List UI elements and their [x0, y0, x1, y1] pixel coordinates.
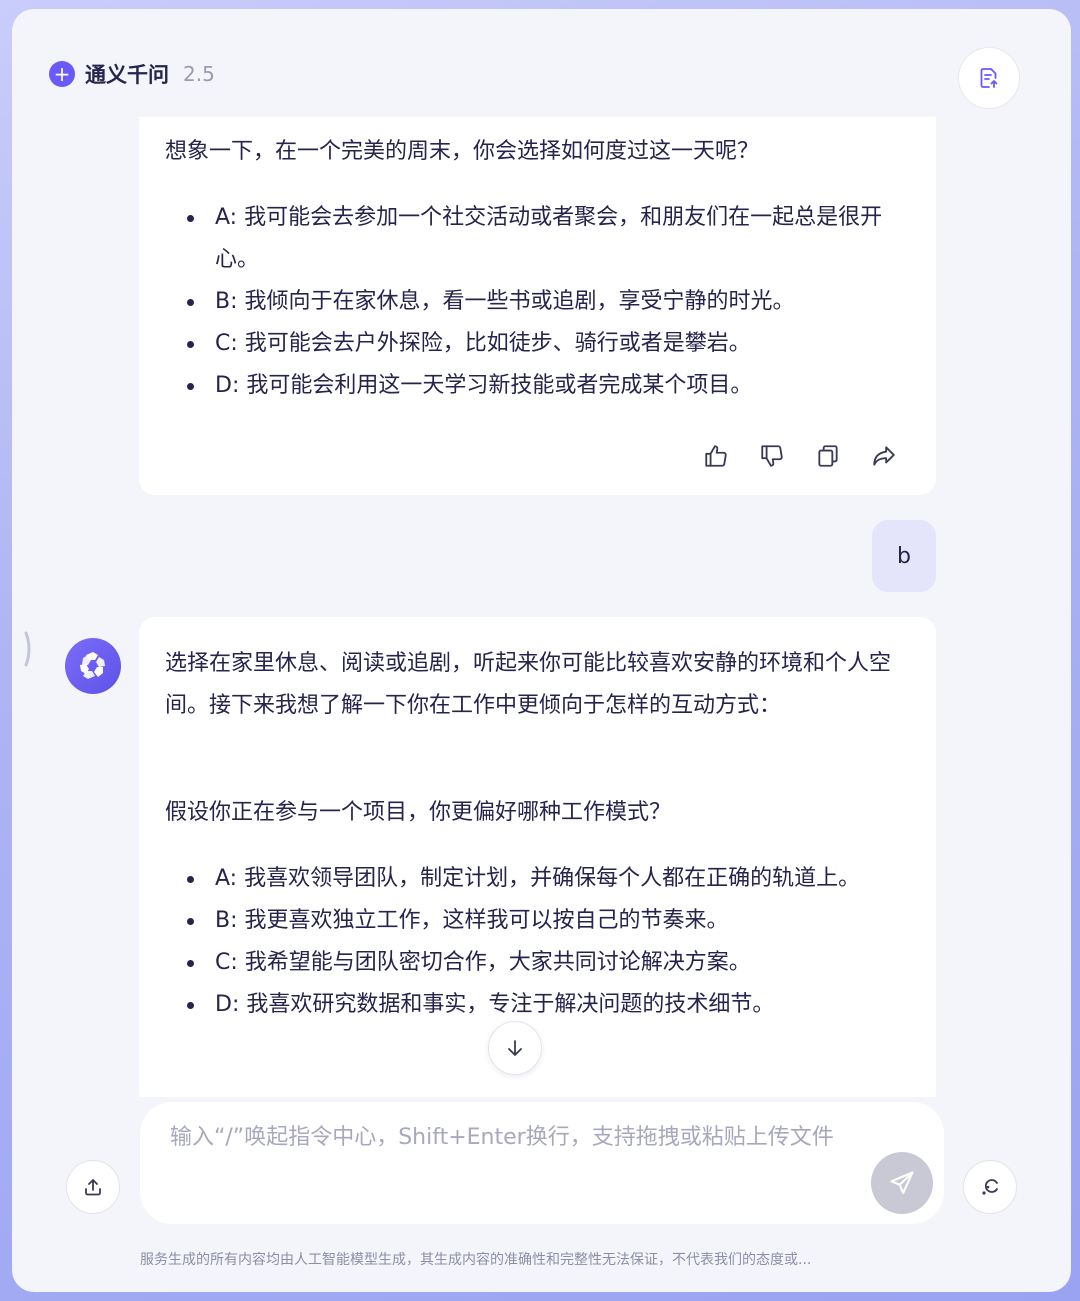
list-item: B: 我倾向于在家休息，看一些书或追剧，享受宁静的时光。 [165, 281, 910, 323]
chat-window: + 通义千问 2.5 想象一下，在一个完美的周末，你会选择如何度过这一天呢？ A… [12, 9, 1071, 1292]
sidebar-toggle-icon[interactable] [22, 629, 36, 669]
scroll-to-bottom-button[interactable] [488, 1021, 542, 1075]
qwen-logo-icon [80, 652, 105, 679]
message-actions [699, 439, 901, 473]
new-chat-button[interactable] [963, 1160, 1017, 1214]
list-item: A: 我喜欢领导团队，制定计划，并确保每个人都在正确的轨道上。 [165, 858, 910, 900]
document-export-button[interactable] [958, 47, 1020, 109]
send-icon [890, 1171, 914, 1194]
message-intro: 选择在家里休息、阅读或追剧，听起来你可能比较喜欢安静的环境和个人空间。接下来我想… [165, 651, 892, 718]
list-item: B: 我更喜欢独立工作，这样我可以按自己的节奏来。 [165, 900, 910, 942]
send-button[interactable] [871, 1152, 933, 1214]
list-item: A: 我可能会去参加一个社交活动或者聚会，和朋友们在一起总是很开心。 [165, 197, 910, 281]
assistant-message-2: 选择在家里休息、阅读或追剧，听起来你可能比较喜欢安静的环境和个人空间。接下来我想… [139, 617, 936, 1097]
upload-button[interactable] [66, 1160, 120, 1214]
footer-disclaimer: 服务生成的所有内容均由人工智能模型生成，其生成内容的准确性和完整性无法保证，不代… [140, 1252, 812, 1268]
document-icon [980, 68, 998, 88]
input-placeholder: 输入“/”唤起指令中心，Shift+Enter换行，支持拖拽或粘贴上传文件 [170, 1125, 834, 1150]
new-chat-icon [982, 1179, 998, 1195]
option-list: A: 我可能会去参加一个社交活动或者聚会，和朋友们在一起总是很开心。 B: 我倾… [165, 197, 910, 407]
thumbs-down-icon[interactable] [755, 439, 789, 473]
app-title: 通义千问 [85, 63, 169, 87]
list-item: D: 我可能会利用这一天学习新技能或者完成某个项目。 [165, 365, 910, 407]
list-item: C: 我希望能与团队密切合作，大家共同讨论解决方案。 [165, 942, 910, 984]
app-header: + 通义千问 2.5 [49, 59, 215, 89]
message-question: 想象一下，在一个完美的周末，你会选择如何度过这一天呢？ [165, 139, 760, 164]
assistant-avatar [65, 638, 121, 694]
list-item: D: 我喜欢研究数据和事实，专注于解决问题的技术细节。 [165, 984, 910, 1026]
message-question: 假设你正在参与一个项目，你更偏好哪种工作模式？ [165, 800, 672, 825]
chat-input[interactable]: 输入“/”唤起指令中心，Shift+Enter换行，支持拖拽或粘贴上传文件 [140, 1102, 944, 1224]
share-icon[interactable] [867, 439, 901, 473]
upload-icon [85, 1179, 101, 1196]
copy-icon[interactable] [811, 439, 845, 473]
list-item: C: 我可能会去户外探险，比如徒步、骑行或者是攀岩。 [165, 323, 910, 365]
thumbs-up-icon[interactable] [699, 439, 733, 473]
arrow-down-icon [508, 1040, 522, 1056]
option-list: A: 我喜欢领导团队，制定计划，并确保每个人都在正确的轨道上。 B: 我更喜欢独… [165, 858, 910, 1026]
assistant-message-1: 想象一下，在一个完美的周末，你会选择如何度过这一天呢？ A: 我可能会去参加一个… [139, 117, 936, 495]
plus-icon[interactable]: + [49, 61, 75, 87]
app-version: 2.5 [183, 62, 215, 86]
user-message: b [872, 520, 936, 592]
